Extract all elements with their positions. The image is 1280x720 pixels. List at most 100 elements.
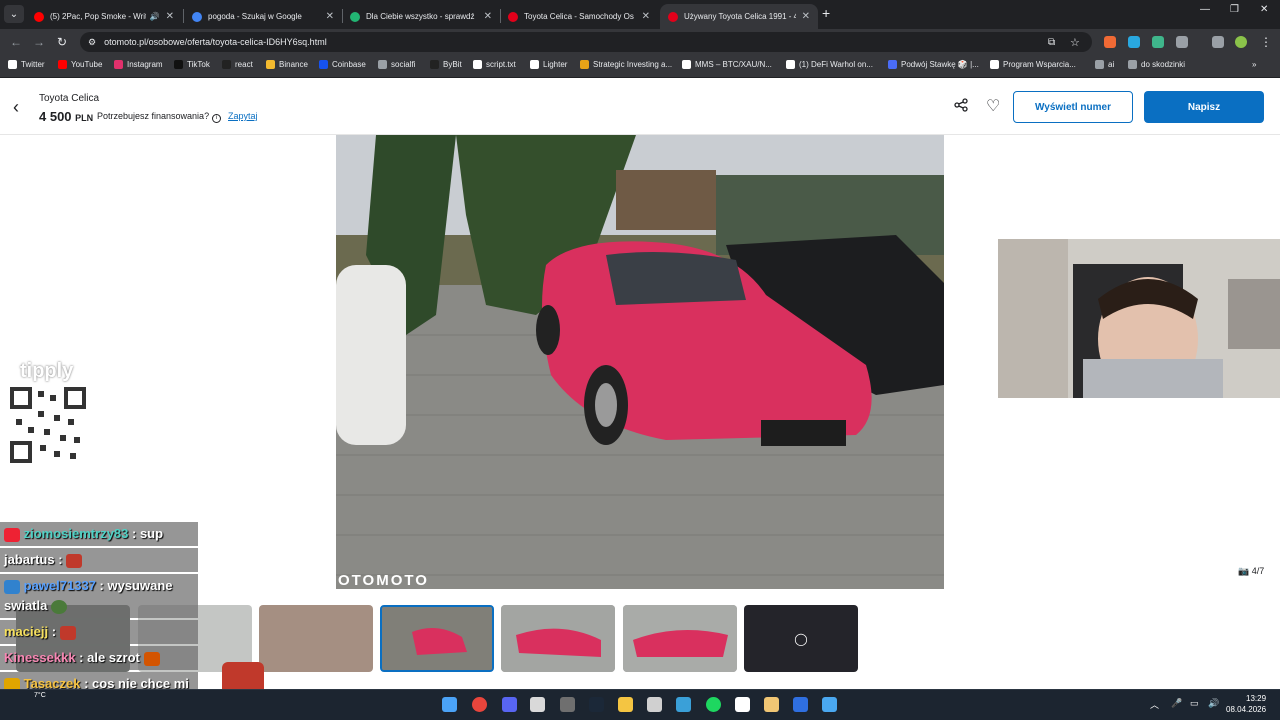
app-icon[interactable] — [647, 697, 662, 712]
bookmark-icon — [1128, 60, 1137, 69]
photo-counter: 📷 4/7 — [1238, 566, 1264, 577]
spotify-icon[interactable] — [706, 697, 721, 712]
bookmark-item[interactable]: MMS – BTC/XAU/N... — [682, 60, 772, 69]
thumbnail-more-chat[interactable]: ◯ — [744, 605, 858, 672]
bookmark-item[interactable]: react — [222, 60, 253, 69]
tray-chevron-icon[interactable]: ︿ — [1150, 698, 1159, 711]
close-tab-icon[interactable]: ✕ — [484, 11, 492, 22]
price-currency: PLN — [75, 113, 94, 123]
thumbnail-5[interactable] — [501, 605, 615, 672]
install-icon[interactable]: ⧉ — [1048, 37, 1055, 48]
bookmark-item[interactable]: (1) DeFi Warhol on... — [786, 60, 873, 69]
reload-icon[interactable]: ↻ — [57, 35, 67, 49]
back-arrow-icon[interactable]: ‹ — [13, 97, 19, 118]
tab-google[interactable]: pogoda - Szukaj w Google ✕ — [184, 4, 342, 29]
bookmark-item[interactable]: Lighter — [530, 60, 567, 69]
thumbnail-6[interactable] — [623, 605, 737, 672]
start-windows-icon[interactable] — [442, 697, 457, 712]
bookmark-item[interactable]: ai — [1095, 60, 1114, 69]
tab-youtube[interactable]: (5) 2Pac, Pop Smoke - Writ 🔊 ✕ — [26, 4, 182, 29]
tab-title: pogoda - Szukaj w Google — [208, 12, 302, 21]
browser-toolbar: ← → ↻ ⚙ otomoto.pl/osobowe/oferta/toyota… — [0, 29, 1280, 55]
chat-bubble-icon: ◯ — [794, 631, 808, 646]
system-clock[interactable]: 13:29 08.04.2026 — [1226, 693, 1266, 715]
bookmark-item[interactable]: socialfi — [378, 60, 415, 69]
bookmark-item[interactable]: script.txt — [473, 60, 516, 69]
ask-link[interactable]: Zapytaj — [228, 111, 258, 121]
chat-username: jabartus — [4, 552, 55, 567]
steam-icon[interactable] — [589, 697, 604, 712]
new-tab-icon[interactable]: + — [822, 5, 830, 21]
weather-temp[interactable]: 7°C — [34, 692, 46, 699]
main-car-photo[interactable]: OTOMOTO — [336, 135, 944, 589]
reading-list-icon[interactable] — [1212, 36, 1224, 48]
app-icon[interactable] — [764, 697, 779, 712]
write-message-button[interactable]: Napisz — [1144, 91, 1264, 123]
bookmark-item[interactable]: do skodzinki — [1128, 60, 1185, 69]
close-tab-icon[interactable]: ✕ — [166, 11, 174, 22]
thumbnail-4-selected[interactable] — [380, 605, 494, 672]
app-icon[interactable] — [676, 697, 691, 712]
minimize-icon[interactable]: — — [1200, 4, 1210, 15]
microphone-icon[interactable]: 🎤 — [1171, 698, 1182, 709]
bookmark-icon — [114, 60, 123, 69]
forward-icon[interactable]: → — [33, 35, 45, 49]
site-info-icon[interactable]: ⚙ — [88, 37, 96, 48]
show-number-button[interactable]: Wyświetl numer — [1013, 91, 1133, 123]
app-icon[interactable] — [793, 697, 808, 712]
maximize-icon[interactable]: ❐ — [1230, 4, 1239, 15]
tab-otomoto-listing[interactable]: Używany Toyota Celica 1991 - 4 ✕ — [660, 4, 818, 29]
bookmark-item[interactable]: Binance — [266, 60, 308, 69]
bookmark-item[interactable]: YouTube — [58, 60, 102, 69]
menu-dots-icon[interactable]: ⋮ — [1260, 35, 1272, 49]
address-bar[interactable]: ⚙ otomoto.pl/osobowe/oferta/toyota-celic… — [80, 32, 1092, 52]
tab-search-button[interactable]: ⌄ — [4, 5, 24, 23]
bookmark-item[interactable]: Instagram — [114, 60, 163, 69]
close-tab-icon[interactable]: ✕ — [802, 11, 810, 22]
bookmark-label: ai — [1108, 60, 1115, 69]
bookmark-star-icon[interactable]: ☆ — [1070, 36, 1080, 49]
close-window-icon[interactable]: ✕ — [1260, 4, 1268, 15]
extension-icon[interactable] — [1152, 36, 1164, 48]
more-bookmarks-icon[interactable]: » — [1252, 60, 1256, 69]
bookmark-item[interactable]: Podwój Stawkę 🎲 |... — [888, 60, 979, 69]
bookmark-item[interactable]: Program Wsparcia... — [990, 60, 1076, 69]
chat-message: ziomosiemtrzy83 : sup — [0, 522, 198, 546]
back-icon[interactable]: ← — [10, 35, 22, 49]
close-tab-icon[interactable]: ✕ — [642, 11, 650, 22]
chrome-icon[interactable] — [472, 697, 487, 712]
bookmark-label: react — [235, 60, 253, 69]
bookmark-label: Instagram — [127, 60, 163, 69]
bookmark-item[interactable]: Twitter — [8, 60, 45, 69]
extension-icon[interactable] — [1104, 36, 1116, 48]
bookmark-item[interactable]: Strategic Investing a... — [580, 60, 672, 69]
tab-title: (5) 2Pac, Pop Smoke - Writ — [50, 12, 146, 21]
bookmark-item[interactable]: ByBit — [430, 60, 462, 69]
tab-otomoto-search[interactable]: Toyota Celica - Samochody Os ✕ — [500, 4, 658, 29]
bookmark-icon — [8, 60, 17, 69]
bookmark-label: socialfi — [391, 60, 416, 69]
favorite-heart-icon[interactable]: ♡ — [986, 96, 1000, 116]
financing-question: Potrzebujesz finansowania? i — [97, 111, 222, 123]
close-tab-icon[interactable]: ✕ — [326, 11, 334, 22]
obs-icon[interactable] — [560, 697, 575, 712]
discord-icon[interactable] — [502, 697, 517, 712]
bookmark-icon — [1095, 60, 1104, 69]
app-icon[interactable] — [530, 697, 545, 712]
info-icon[interactable]: i — [212, 114, 222, 123]
puzzle-icon[interactable] — [1176, 36, 1188, 48]
notepad-icon[interactable] — [822, 697, 837, 712]
app-icon[interactable] — [735, 697, 750, 712]
thumbnail-3[interactable] — [259, 605, 373, 672]
volume-icon[interactable]: 🔊 — [1208, 698, 1219, 709]
bookmark-item[interactable]: TikTok — [174, 60, 210, 69]
share-icon[interactable] — [954, 98, 968, 115]
extension-icon[interactable] — [1128, 36, 1140, 48]
chat-message: maciejj : — [0, 620, 198, 644]
bookmark-icon — [58, 60, 67, 69]
profile-avatar[interactable] — [1235, 36, 1247, 48]
network-icon[interactable]: ▭ — [1190, 698, 1199, 709]
file-explorer-icon[interactable] — [618, 697, 633, 712]
bookmark-item[interactable]: Coinbase — [319, 60, 366, 69]
tab-promo[interactable]: Dla Ciebie wszystko - sprawdź ✕ — [342, 4, 500, 29]
